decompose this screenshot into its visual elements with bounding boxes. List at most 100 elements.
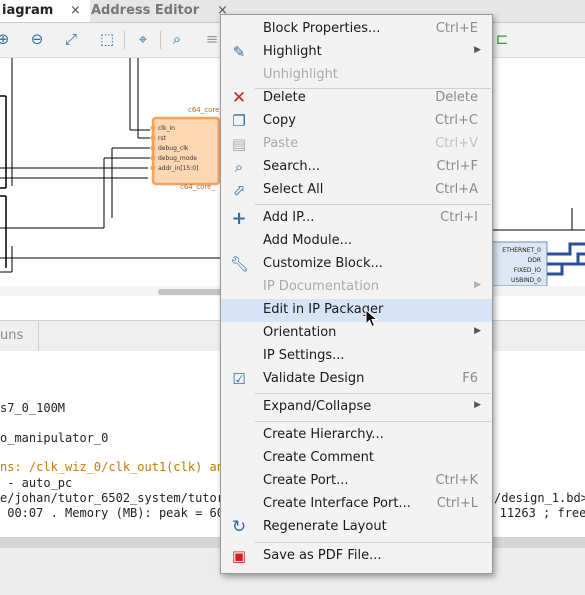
block-port-list: clk_in rst debug_clk debug_mode addr_in[… (158, 124, 198, 174)
menu-item-label: Expand/Collapse (263, 399, 372, 414)
menu-item-label: Select All (263, 182, 324, 197)
menu-item-ip-settings[interactable]: IP Settings... (221, 345, 492, 368)
zoom-area-icon[interactable]: ⬚ (98, 30, 116, 48)
mouse-pointer-icon (365, 309, 379, 328)
menu-item-copy[interactable]: ❐ Copy Ctrl+C (221, 110, 492, 133)
menu-item-unhighlight[interactable]: Unhighlight (221, 64, 492, 87)
menu-item-label: Validate Design (263, 371, 365, 386)
search-icon[interactable]: ⌕ (168, 30, 186, 48)
menu-item-paste[interactable]: ▤ Paste Ctrl+V (221, 133, 492, 156)
menu-item-shortcut: Ctrl+F (436, 159, 478, 174)
menu-item-search[interactable]: ⌕ Search... Ctrl+F (221, 156, 492, 179)
menu-item-label: IP Documentation (263, 279, 380, 294)
menu-item-label: Create Comment (263, 450, 375, 465)
zoom-out-icon[interactable]: ⊖ (28, 30, 46, 48)
menu-item-label: Add IP... (263, 210, 315, 225)
menu-separator (255, 421, 491, 422)
plus-icon: + (231, 208, 247, 229)
console-warning-line: ns: /clk_wiz_0/clk_out1(clk) an (0, 460, 224, 474)
delete-x-icon: ✕ (231, 88, 247, 108)
block-subtitle: c64_core_ (180, 183, 215, 191)
menu-item-customize-block[interactable]: 🔧︎ Customize Block... (221, 253, 492, 276)
menu-item-orientation[interactable]: Orientation ▶ (221, 322, 492, 345)
port-icon[interactable]: ⊏ (493, 30, 511, 48)
tab-runs[interactable]: uns (0, 321, 39, 351)
menu-item-shortcut: F6 (462, 371, 478, 386)
tab-address-editor[interactable]: Address Editor × (89, 0, 237, 22)
zynq-port-label: DDR (527, 257, 541, 264)
menu-item-expand-collapse[interactable]: Expand/Collapse ▶ (221, 396, 492, 419)
console-line: s7_0_100M (0, 401, 66, 415)
menu-separator (255, 393, 491, 394)
menu-item-shortcut: Ctrl+C (434, 113, 478, 128)
context-menu: Block Properties... Ctrl+E ✎ Highlight ▶… (220, 14, 493, 574)
menu-item-shortcut: Ctrl+A (435, 182, 478, 197)
zynq-port-label: USBIND_0 (510, 277, 541, 284)
menu-item-label: Create Port... (263, 473, 349, 488)
menu-item-shortcut: Ctrl+E (435, 21, 478, 36)
submenu-arrow-icon: ▶ (474, 45, 481, 55)
console-line: /design_1.bd> (494, 491, 585, 505)
menu-item-create-hierarchy[interactable]: Create Hierarchy... (221, 424, 492, 447)
zynq-port-label: ETHERNET_0 (502, 247, 541, 254)
menu-item-save-as-pdf[interactable]: ▣ Save as PDF File... (221, 545, 492, 568)
tab-diagram-close-icon[interactable]: × (70, 0, 81, 21)
toolbar-divider (124, 31, 125, 49)
block-port-label: addr_in[15:0] (158, 165, 199, 172)
menu-item-create-interface-port[interactable]: Create Interface Port... Ctrl+L (221, 493, 492, 516)
menu-item-label: Block Properties... (263, 21, 381, 36)
submenu-arrow-icon: ▶ (474, 326, 481, 336)
menu-item-highlight[interactable]: ✎ Highlight ▶ (221, 41, 492, 64)
menu-item-shortcut: Ctrl+I (440, 210, 478, 225)
menu-item-label: Paste (263, 136, 299, 151)
menu-item-add-module[interactable]: Add Module... (221, 230, 492, 253)
menu-item-shortcut: Ctrl+L (436, 496, 478, 511)
menu-item-label: Add Module... (263, 233, 352, 248)
menu-item-create-port[interactable]: Create Port... Ctrl+K (221, 470, 492, 493)
zoom-in-icon[interactable]: ⊕ (0, 30, 12, 48)
console-line: - auto_pc (0, 476, 73, 490)
menu-item-create-comment[interactable]: Create Comment (221, 447, 492, 470)
zynq-port-list: ETHERNET_0 DDR FIXED_IO USBIND_0 (495, 246, 541, 286)
crosshair-icon[interactable]: ⌖ (134, 30, 152, 48)
tab-runs-label: uns (0, 328, 24, 343)
console-line: 00:07 . Memory (MB): peak = 608 (0, 506, 232, 520)
menu-item-label: IP Settings... (263, 348, 345, 363)
zynq-port-label: FIXED_IO (513, 267, 541, 274)
menu-item-delete[interactable]: ✕ Delete Delete (221, 87, 492, 110)
console-line: e/johan/tutor_6502_system/tutor_ (0, 491, 232, 505)
menu-item-label: Orientation (263, 325, 337, 340)
menu-item-label: Delete (263, 90, 306, 105)
menu-separator (255, 542, 491, 543)
menu-item-edit-in-ip-packager[interactable]: Edit in IP Packager (221, 299, 492, 322)
menu-item-label: Highlight (263, 44, 322, 59)
menu-separator (255, 204, 491, 205)
tab-diagram[interactable]: iagram × (0, 0, 90, 22)
menu-item-label: Copy (263, 113, 296, 128)
menu-item-validate-design[interactable]: ☑ Validate Design F6 (221, 368, 492, 391)
menu-item-label: Create Interface Port... (263, 496, 411, 511)
menu-item-select-all[interactable]: ⬀ Select All Ctrl+A (221, 179, 492, 202)
copy-icon: ❐ (232, 112, 246, 130)
align-icon[interactable]: ≡ (203, 30, 221, 48)
console-line: o_manipulator_0 (0, 431, 109, 445)
wrench-icon: 🔧︎ (230, 255, 250, 273)
menu-item-ip-documentation[interactable]: IP Documentation ▶ (221, 276, 492, 299)
menu-item-add-ip[interactable]: + Add IP... Ctrl+I (221, 207, 492, 230)
tab-diagram-label: iagram (2, 3, 54, 18)
submenu-arrow-icon: ▶ (474, 280, 481, 290)
select-all-icon: ⬀ (232, 181, 246, 199)
menu-item-regenerate-layout[interactable]: ↻ Regenerate Layout (221, 516, 492, 539)
paste-icon: ▤ (231, 135, 247, 153)
menu-item-block-properties[interactable]: Block Properties... Ctrl+E (221, 18, 492, 41)
tab-address-editor-label: Address Editor (91, 3, 200, 18)
search-icon: ⌕ (234, 158, 244, 176)
menu-item-label: Create Hierarchy... (263, 427, 384, 442)
zoom-fit-icon[interactable]: ⤢ (62, 30, 80, 48)
menu-item-label: Save as PDF File... (263, 548, 382, 563)
highlight-pen-icon: ✎ (232, 43, 246, 61)
menu-item-shortcut: Delete (435, 90, 478, 105)
block-title: c64_core_ (188, 106, 223, 114)
validate-check-icon: ☑ (232, 370, 246, 388)
menu-item-label: Customize Block... (263, 256, 383, 271)
